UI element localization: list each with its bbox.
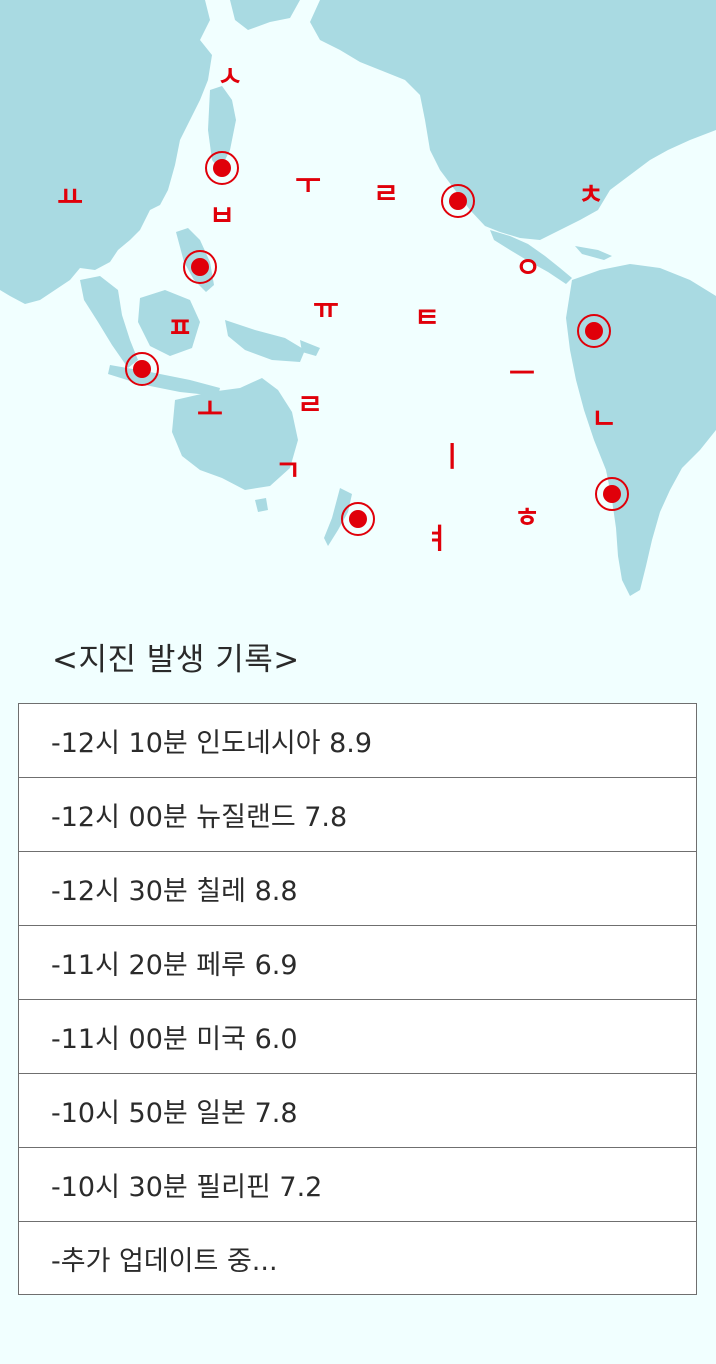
- japan-landmass: [208, 86, 236, 170]
- map-glyph: ㄹ: [297, 388, 323, 421]
- map-canvas: ㅅ ㅂ ㅜ ㄹ ㅊ ㅛ ㅇ ㅠ ㅌ ㅍ ㅡ ㄹ ㅗ ㄴ ㄱ ㅣ ㅎ ㅕ: [0, 0, 716, 596]
- caribbean-landmass: [575, 246, 612, 260]
- asia-landmass: [0, 0, 212, 304]
- map-glyph: ㅇ: [515, 251, 541, 284]
- map-glyph: ㅂ: [209, 199, 235, 232]
- map-glyph: ㅗ: [197, 393, 223, 426]
- list-item[interactable]: -12시 00분 뉴질랜드 7.8: [19, 778, 696, 852]
- map-glyph: ㄱ: [275, 454, 301, 487]
- map-glyph: ㅎ: [514, 501, 540, 534]
- map-glyph: ㄹ: [373, 177, 399, 210]
- epicenter-marker-icon[interactable]: [341, 502, 375, 536]
- list-item[interactable]: -11시 20분 페루 6.9: [19, 926, 696, 1000]
- south-america-landmass: [566, 264, 716, 596]
- page-title: <지진 발생 기록>: [52, 642, 300, 678]
- north-america-landmass: [310, 0, 716, 240]
- new-guinea-landmass: [225, 320, 305, 362]
- map-glyph: ㅍ: [167, 311, 193, 344]
- map-glyph: ㅠ: [313, 292, 339, 325]
- tasmania-landmass: [255, 498, 268, 512]
- kamchatka-landmass: [230, 0, 300, 30]
- map-glyph: ㅕ: [424, 522, 450, 555]
- map-glyph: ㄴ: [591, 402, 617, 435]
- list-item: -추가 업데이트 중...: [51, 1245, 278, 1277]
- land-masses: [0, 0, 716, 596]
- map-glyph: ㅌ: [414, 301, 440, 334]
- list-item[interactable]: -10시 30분 필리핀 7.2: [19, 1148, 696, 1222]
- world-map: ㅅ ㅂ ㅜ ㄹ ㅊ ㅛ ㅇ ㅠ ㅌ ㅍ ㅡ ㄹ ㅗ ㄴ ㄱ ㅣ ㅎ ㅕ: [0, 0, 716, 600]
- map-glyph: ㅣ: [439, 440, 465, 473]
- java-landmass: [108, 365, 220, 396]
- map-glyph: ㅡ: [509, 357, 535, 390]
- indochina-landmass: [80, 276, 138, 368]
- list-item[interactable]: -10시 50분 일본 7.8: [19, 1074, 696, 1148]
- list-item[interactable]: -12시 30분 칠레 8.8: [19, 852, 696, 926]
- list-item[interactable]: -11시 00분 미국 6.0: [19, 1000, 696, 1074]
- map-glyph: ㅛ: [57, 181, 83, 214]
- map-glyph: ㅅ: [217, 60, 243, 93]
- new-zealand-landmass: [324, 488, 352, 546]
- map-glyph: ㅊ: [578, 178, 604, 211]
- list-item[interactable]: -12시 10분 인도네시아 8.9: [19, 704, 696, 778]
- earthquake-log-list: -12시 10분 인도네시아 8.9 -12시 00분 뉴질랜드 7.8 -12…: [18, 703, 697, 1295]
- map-glyph: ㅜ: [295, 167, 321, 200]
